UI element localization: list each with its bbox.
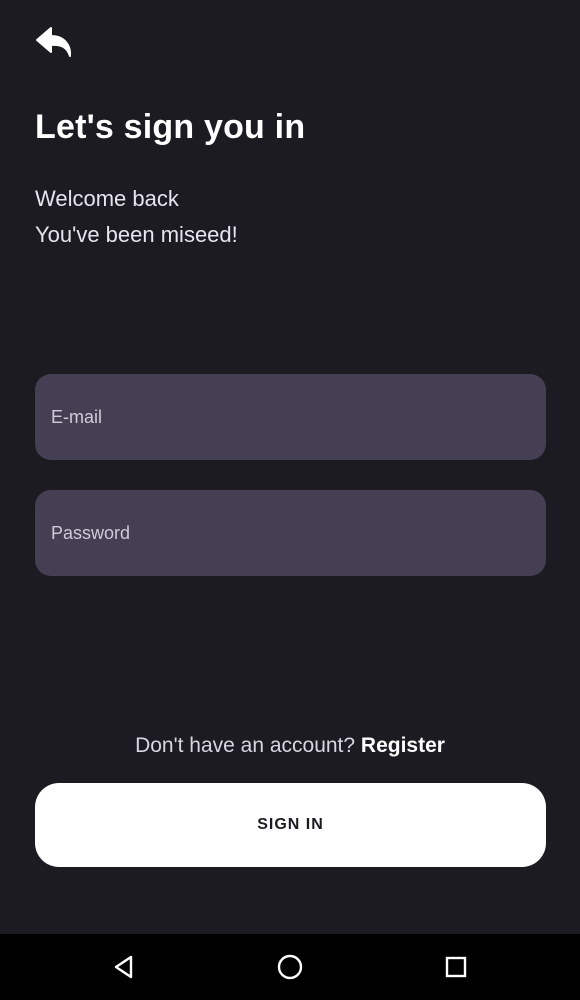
nav-recents-button[interactable] <box>439 950 473 984</box>
back-button[interactable] <box>30 22 80 66</box>
back-arrow-icon <box>36 27 72 57</box>
sign-in-button[interactable]: SIGN IN <box>35 783 546 867</box>
register-link[interactable]: Register <box>361 734 445 757</box>
system-navigation-bar <box>0 934 580 1000</box>
welcome-text: Welcome back <box>35 186 179 211</box>
page-title: Let's sign you in <box>35 108 306 146</box>
nav-back-button[interactable] <box>107 950 141 984</box>
triangle-back-icon <box>114 955 133 979</box>
register-prompt-row: Don't have an account? Register <box>0 734 580 758</box>
sign-in-screen: Let's sign you in Welcome back You've be… <box>0 0 580 1000</box>
square-recents-icon <box>445 956 467 978</box>
nav-home-button[interactable] <box>273 950 307 984</box>
circle-home-icon <box>277 954 303 980</box>
email-input[interactable] <box>51 406 530 428</box>
password-field-container <box>35 490 546 576</box>
missed-text: You've been miseed! <box>35 222 238 247</box>
password-input[interactable] <box>51 522 530 544</box>
email-field-container <box>35 374 546 460</box>
register-prompt-text: Don't have an account? <box>135 734 356 757</box>
